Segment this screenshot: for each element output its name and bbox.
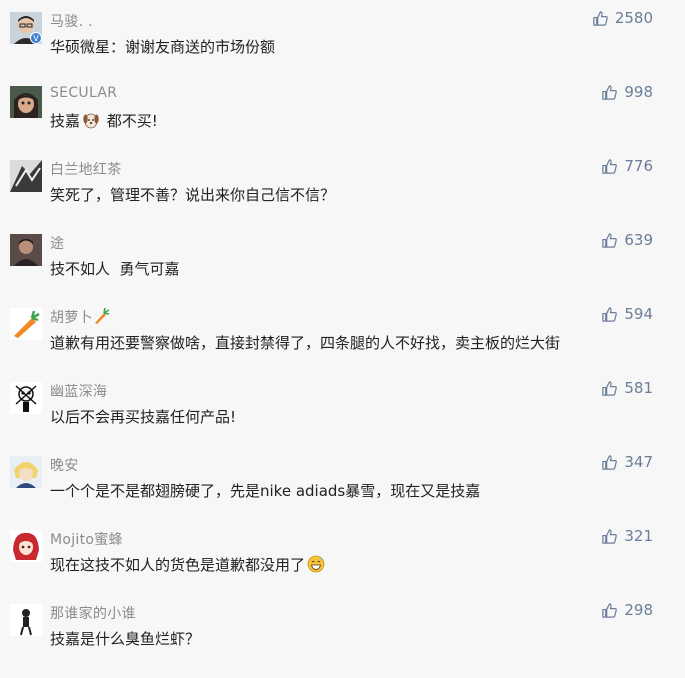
like-button[interactable]: 347 <box>601 453 653 471</box>
like-count: 776 <box>624 157 653 175</box>
thumbs-up-icon <box>602 158 618 174</box>
grin-sweat-emoji <box>307 555 325 573</box>
comment-author[interactable]: 晚安 <box>50 455 79 475</box>
comment-text: 华硕微星：谢谢友商送的市场份额 <box>50 38 276 56</box>
thumbs-up-icon <box>602 232 618 248</box>
comment-item: Mojito蜜蜂 现在这技不如人的货色是道歉都没用了 321 <box>0 527 685 604</box>
comment-author[interactable]: 那谁家的小谁 <box>50 603 136 623</box>
like-count: 321 <box>624 527 653 545</box>
avatar[interactable] <box>10 86 42 118</box>
like-button[interactable]: 776 <box>601 157 653 175</box>
like-count: 639 <box>624 231 653 249</box>
comment-author[interactable]: 途 <box>50 233 64 253</box>
carrot-emoji <box>94 307 110 324</box>
like-count: 998 <box>624 83 653 101</box>
dog-face-emoji <box>83 113 99 129</box>
like-button[interactable]: 321 <box>601 527 653 545</box>
comment-text-part: 技嘉 <box>50 112 81 130</box>
avatar[interactable] <box>10 382 42 414</box>
thumbs-up-icon <box>602 602 618 618</box>
like-count: 581 <box>624 379 653 397</box>
comment-author[interactable]: 白兰地红茶 <box>50 159 122 179</box>
comment-text-part: 都不买! <box>102 112 158 130</box>
like-count: 594 <box>624 305 653 323</box>
thumbs-up-icon <box>602 306 618 322</box>
comment-item: 那谁家的小谁 技嘉是什么臭鱼烂虾？ 298 <box>0 601 685 678</box>
author-name-text: 胡萝卜 <box>50 310 93 326</box>
like-button[interactable]: 639 <box>601 231 653 249</box>
avatar[interactable] <box>10 234 42 266</box>
avatar[interactable] <box>10 530 42 562</box>
comment-list: V 马骏. . 华硕微星：谢谢友商送的市场份额 2580 SECULAR 技嘉 … <box>0 0 685 657</box>
comment-text-part: 现在这技不如人的货色是道歉都没用了 <box>50 556 306 574</box>
comment-item: 白兰地红茶 笑死了，管理不善？说出来你自己信不信？ 776 <box>0 157 685 234</box>
thumbs-up-icon <box>602 84 618 100</box>
like-count: 2580 <box>614 9 653 27</box>
comment-item: 胡萝卜 道歉有用还要警察做啥，直接封禁得了，四条腿的人不好找，卖主板的烂大街 5… <box>0 305 685 382</box>
comment-author[interactable]: 胡萝卜 <box>50 307 111 327</box>
comment-author[interactable]: 幽蓝深海 <box>50 381 107 401</box>
comment-text: 以后不会再买技嘉任何产品! <box>50 408 237 426</box>
comment-text: 技嘉是什么臭鱼烂虾？ <box>50 630 201 648</box>
avatar[interactable] <box>10 604 42 636</box>
avatar[interactable] <box>10 456 42 488</box>
comment-text: 一个个是不是都翅膀硬了，先是nike adiads暴雪，现在又是技嘉 <box>50 482 481 500</box>
thumbs-up-icon <box>602 380 618 396</box>
thumbs-up-icon <box>593 10 608 26</box>
comment-author[interactable]: SECULAR <box>50 85 117 101</box>
like-button[interactable]: 298 <box>601 601 653 619</box>
comment-item: 幽蓝深海 以后不会再买技嘉任何产品! 581 <box>0 379 685 456</box>
comment-text: 技不如人 勇气可嘉 <box>50 260 180 278</box>
like-count: 347 <box>624 453 653 471</box>
comment-text: 技嘉 都不买! <box>50 110 158 131</box>
verified-badge-icon: V <box>30 32 42 44</box>
like-button[interactable]: 2580 <box>592 9 653 27</box>
comment-author[interactable]: 马骏. . <box>50 11 93 31</box>
like-button[interactable]: 581 <box>601 379 653 397</box>
comment-item: 途 技不如人 勇气可嘉 639 <box>0 231 685 308</box>
like-button[interactable]: 594 <box>601 305 653 323</box>
avatar[interactable] <box>10 160 42 192</box>
comment-item: V 马骏. . 华硕微星：谢谢友商送的市场份额 2580 <box>0 9 685 86</box>
like-button[interactable]: 998 <box>601 83 653 101</box>
comment-item: SECULAR 技嘉 都不买! 998 <box>0 83 685 160</box>
comment-author[interactable]: Mojito蜜蜂 <box>50 529 123 549</box>
like-count: 298 <box>624 601 653 619</box>
comment-text: 现在这技不如人的货色是道歉都没用了 <box>50 554 327 575</box>
comment-text: 道歉有用还要警察做啥，直接封禁得了，四条腿的人不好找，卖主板的烂大街 <box>50 334 561 352</box>
comment-text: 笑死了，管理不善？说出来你自己信不信？ <box>50 186 336 204</box>
avatar[interactable] <box>10 308 42 340</box>
thumbs-up-icon <box>602 454 618 470</box>
thumbs-up-icon <box>602 528 618 544</box>
comment-item: 晚安 一个个是不是都翅膀硬了，先是nike adiads暴雪，现在又是技嘉 34… <box>0 453 685 530</box>
